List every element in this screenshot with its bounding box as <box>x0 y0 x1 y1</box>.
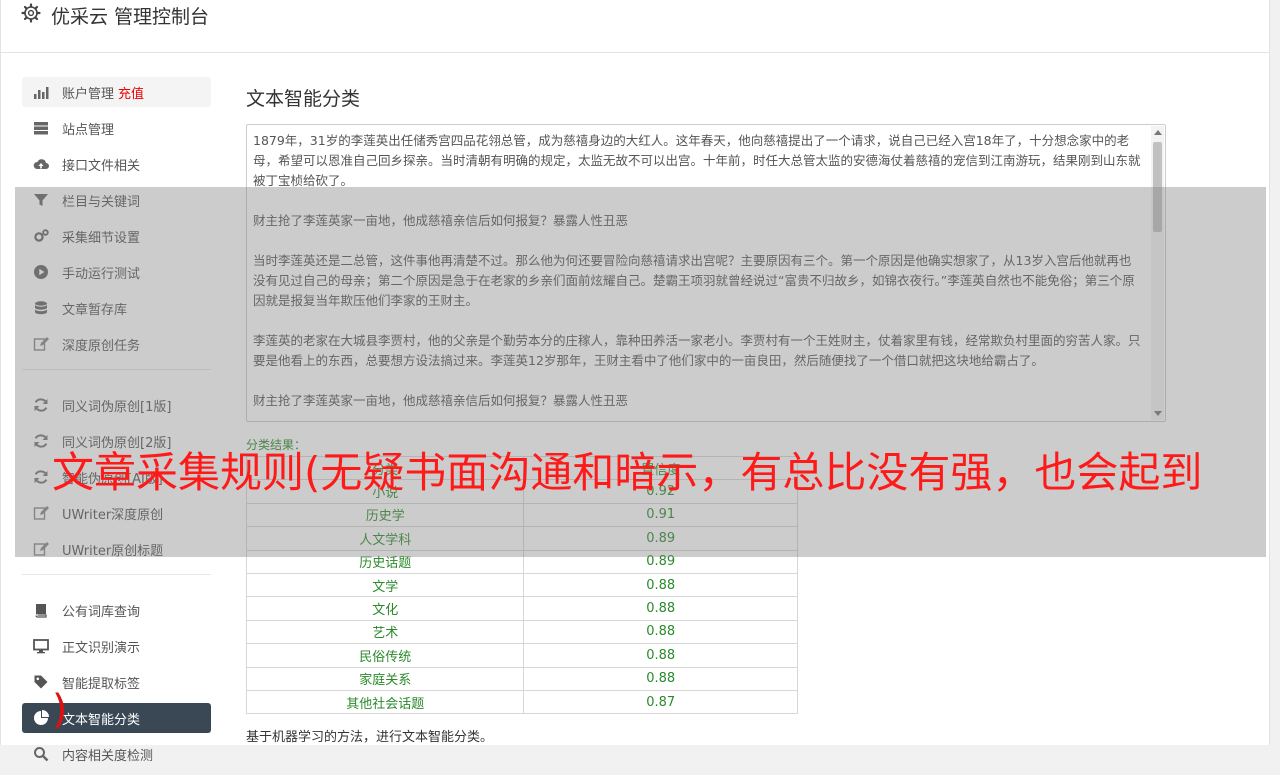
sidebar-item-label: 站点管理 <box>62 123 115 138</box>
console-title: 优采云 管理控制台 <box>51 6 210 28</box>
category-cell: 文化 <box>245 596 525 621</box>
sidebar-divider <box>22 574 211 575</box>
scroll-up-icon[interactable] <box>1154 130 1162 135</box>
sidebar-item-label: 公有词库查询 <box>62 605 141 620</box>
sidebar-item-label: 账户管理 <box>62 87 115 102</box>
category-cell: 家庭关系 <box>245 666 525 691</box>
bar-chart-icon <box>34 87 49 99</box>
sidebar-item-label: 文本智能分类 <box>62 713 141 728</box>
confidence-cell: 0.88 <box>523 643 798 668</box>
table-row: 家庭关系 0.88 <box>245 666 798 691</box>
sidebar-item[interactable]: 接口文件相关 <box>22 149 211 179</box>
table-row: 文化 0.88 <box>245 596 798 621</box>
table-row: 文学 0.88 <box>245 572 798 598</box>
sidebar-item[interactable]: 公有词库查询 <box>22 595 211 625</box>
pie-chart-icon <box>34 710 49 725</box>
confidence-cell: 0.88 <box>523 572 798 598</box>
sidebar-item-label-group: 账户管理 充值 <box>62 83 144 102</box>
top-header: 优采云 管理控制台 <box>1 0 1269 53</box>
banner-corner-mark: ) <box>52 687 68 733</box>
search-icon <box>34 747 49 762</box>
method-footnote: 基于机器学习的方法，进行文本智能分类。 <box>246 730 494 745</box>
category-cell: 其他社会话题 <box>245 689 525 715</box>
table-row: 艺术 0.88 <box>245 619 798 645</box>
sidebar-item-label: 接口文件相关 <box>62 159 141 174</box>
sidebar-item-label: 内容相关度检测 <box>62 749 154 764</box>
gear-icon <box>21 3 41 23</box>
server-icon <box>34 122 48 135</box>
confidence-cell: 0.88 <box>523 666 798 691</box>
main-content: 文本智能分类 1879年，31岁的李莲英出任储秀宫四品花翎总管，成为慈禧身边的大… <box>245 80 1166 745</box>
sidebar-item[interactable]: 正文识别演示 <box>22 631 211 661</box>
category-cell: 民俗传统 <box>245 643 525 668</box>
sidebar-item-label: 智能提取标签 <box>62 677 141 692</box>
table-row: 民俗传统 0.88 <box>245 643 798 668</box>
cloud-upload-icon <box>33 159 49 169</box>
page-title: 文本智能分类 <box>246 88 361 110</box>
banner-headline: 文章采集规则(无疑书面沟通和暗示，有总比没有强，也会起到 <box>52 448 1203 497</box>
overlay-banner <box>15 187 1266 557</box>
sidebar-item-label: 正文识别演示 <box>62 641 141 656</box>
sidebar-item[interactable]: 文本智能分类 <box>22 703 211 733</box>
confidence-cell: 0.88 <box>523 619 798 645</box>
confidence-cell: 0.87 <box>523 689 798 715</box>
book-icon <box>35 604 47 618</box>
sidebar-item[interactable]: 账户管理 充值 <box>22 77 211 107</box>
tag-icon <box>34 675 48 689</box>
confidence-cell: 0.88 <box>523 596 798 621</box>
sidebar-item[interactable]: 内容相关度检测 <box>22 739 211 769</box>
recharge-link[interactable]: 充值 <box>118 87 144 102</box>
monitor-icon <box>33 639 49 654</box>
category-cell: 文学 <box>245 572 525 598</box>
category-cell: 艺术 <box>245 619 525 645</box>
sidebar-item[interactable]: 智能提取标签 <box>22 667 211 697</box>
sidebar-item[interactable]: 站点管理 <box>22 113 211 143</box>
table-row: 其他社会话题 0.87 <box>245 689 798 715</box>
